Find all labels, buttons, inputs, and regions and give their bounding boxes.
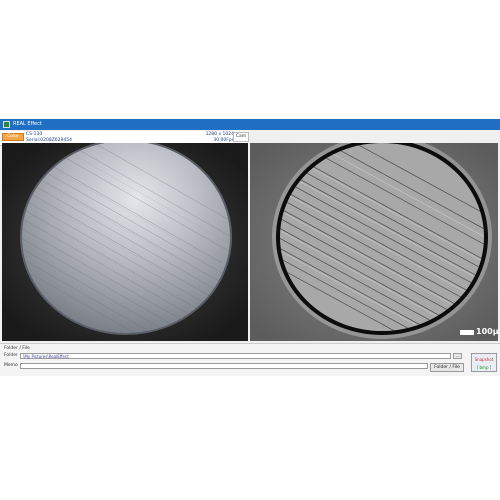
folder-panel-title: Folder / File [4, 346, 30, 351]
scale-bar [460, 330, 474, 335]
color-mode-button[interactable]: Color [2, 133, 24, 141]
memo-label: Memo [4, 363, 18, 368]
folder-file-panel: Folder / File [0, 343, 500, 376]
browse-button[interactable]: ... [453, 353, 462, 359]
title-bar: REAL Effect [0, 119, 500, 130]
snapshot-button[interactable]: Snapshot [ bmp ] [471, 353, 497, 372]
window-title: REAL Effect [13, 121, 42, 127]
snapshot-label: Snapshot [474, 357, 494, 362]
tab-cam[interactable]: Cam [233, 132, 249, 142]
camera-resolution: 1280 x 1024 [205, 132, 234, 137]
folder-path-field[interactable]: \My Pictures\RealEffect [20, 353, 451, 359]
sample-image-raw [2, 143, 248, 341]
sample-image-enhanced [250, 143, 498, 341]
folder-label: Folder [4, 353, 18, 358]
app-icon [3, 121, 10, 128]
format-label: [ bmp ] [476, 365, 492, 370]
live-view-left [2, 143, 248, 341]
scale-label: 100μm [476, 327, 498, 336]
folder-file-button[interactable]: Folder / File [430, 363, 464, 372]
memo-field[interactable] [20, 363, 428, 369]
processed-view-right: 100μm [250, 143, 498, 341]
camera-model: CS-130 [26, 132, 43, 137]
